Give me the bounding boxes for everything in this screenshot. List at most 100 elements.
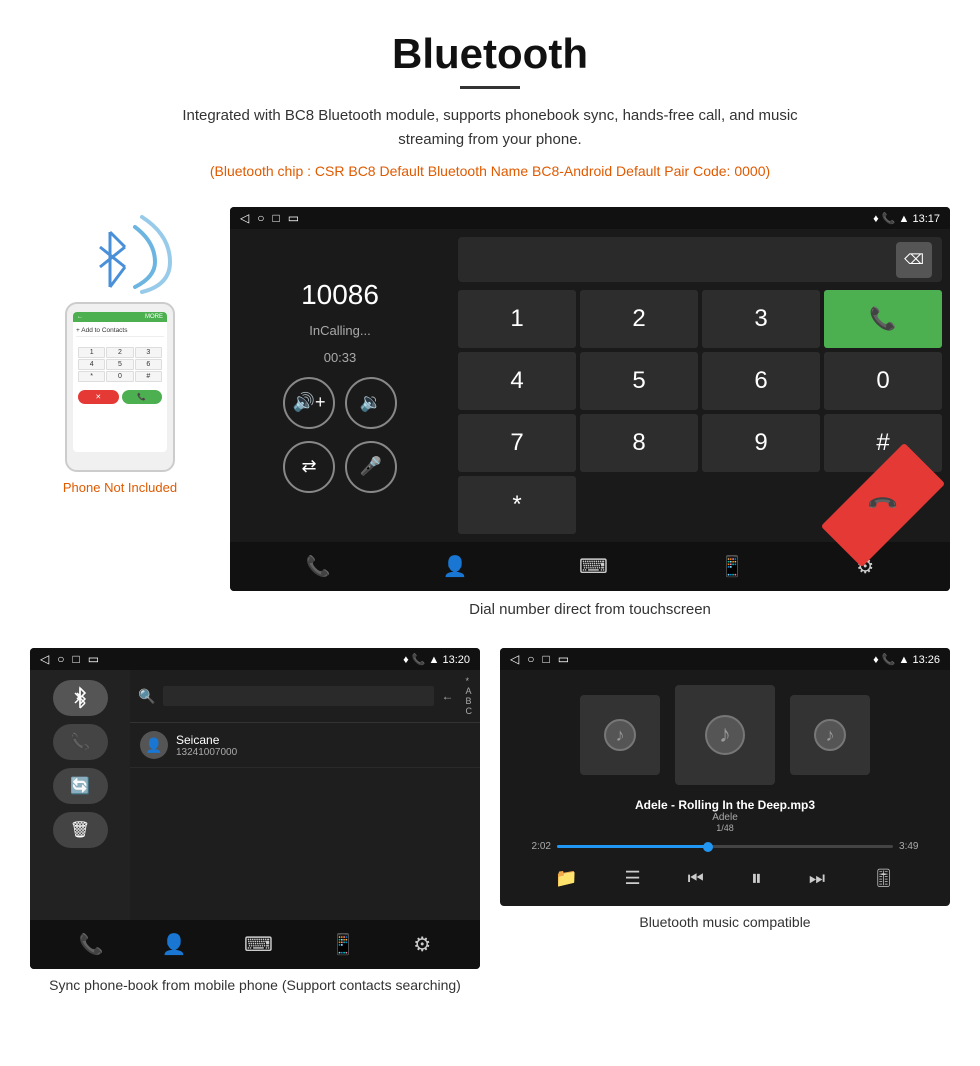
pb-backspace-icon[interactable]: ←	[442, 689, 454, 703]
dialpad-key-3: 3	[135, 347, 162, 358]
dialpad-key-4[interactable]: 4	[458, 352, 576, 410]
call-icon: 📞	[882, 213, 896, 225]
phonebook-list: 🔍 ← *ABC 👤 Seicane 13241007000	[130, 670, 480, 920]
pb-nav-call[interactable]: 📞	[79, 932, 104, 957]
pb-contact-details: Seicane 13241007000	[176, 733, 237, 758]
wifi-icon: ▲	[899, 213, 910, 225]
pb-contact-avatar: 👤	[140, 731, 168, 759]
dialer-navbar: 📞 👤 ⌨ 📱 ⚙	[230, 542, 950, 591]
pb-phone-icon[interactable]: 📞	[53, 724, 108, 760]
pb-nav-settings[interactable]: ⚙	[413, 932, 431, 957]
bluetooth-icon-area	[60, 207, 180, 297]
dialpad-key-9[interactable]: 9	[702, 414, 820, 472]
android-dialer-screen: ◁ ○ □ ▭ ♦ 📞 ▲ 13:17 10086 InCalling...	[230, 207, 950, 591]
music-location-icon: ♦	[873, 654, 879, 666]
music-track-number: 1/48	[635, 823, 815, 833]
music-folder-icon[interactable]: 📁	[555, 868, 577, 889]
page-title: Bluetooth	[20, 30, 960, 78]
pb-search-icon: 🔍	[138, 688, 155, 705]
nav-phone-book-icon[interactable]: 📱	[720, 554, 745, 579]
pb-nav-phonebook[interactable]: 📱	[331, 932, 356, 957]
transfer-icon: ⇄	[301, 456, 316, 477]
dialer-extra-controls: ⇄ 🎤	[283, 441, 397, 493]
pb-sync-icon[interactable]: 🔄	[53, 768, 108, 804]
dialpad-key-1[interactable]: 1	[458, 290, 576, 348]
phone-screen-content: + Add to Contacts 1 2 3 4 5 6 * 0 #	[73, 322, 167, 409]
music-screenshot-wrap: ◁ ○ □ ▭ ♦ 📞 ▲ 13:26 ♪	[500, 648, 950, 1001]
music-play-pause-icon[interactable]: ⏸	[751, 865, 762, 891]
phone-dialpad: 1 2 3 4 5 6 * 0 #	[76, 345, 164, 384]
location-icon: ♦	[873, 213, 879, 225]
dialpad-key-8[interactable]: 8	[580, 414, 698, 472]
volume-up-button[interactable]: 🔊+	[283, 377, 335, 429]
music-statusbar: ◁ ○ □ ▭ ♦ 📞 ▲ 13:26	[500, 648, 950, 670]
dialpad-key-2[interactable]: 2	[580, 290, 698, 348]
music-call-icon: 📞	[882, 654, 896, 666]
music-equalizer-icon[interactable]: 🎚	[872, 868, 895, 889]
home-icon: ○	[257, 211, 264, 225]
music-progress-wrap: 2:02 3:49	[532, 841, 919, 852]
pb-contact-item[interactable]: 👤 Seicane 13241007000	[130, 723, 480, 768]
dialpad-key-7[interactable]: 7	[458, 414, 576, 472]
dialer-volume-controls: 🔊+ 🔉	[283, 377, 397, 429]
album-art-center: ♪	[675, 685, 775, 785]
dialpad-key-star[interactable]: *	[458, 476, 576, 534]
pb-delete-icon[interactable]: 🗑	[53, 812, 108, 848]
dialpad-key-0[interactable]: 0	[824, 352, 942, 410]
dialpad-call-button[interactable]: 📞	[824, 290, 942, 348]
dialpad-key-4: 4	[78, 359, 105, 370]
pb-nav-contacts[interactable]: 👤	[161, 932, 186, 957]
volume-down-icon: 🔉	[360, 392, 382, 413]
music-playlist-icon[interactable]: ☰	[624, 868, 640, 889]
pb-contact-name: Seicane	[176, 733, 237, 747]
dialer-info-panel: 10086 InCalling... 00:33 🔊+ 🔉 ⇄	[230, 229, 450, 542]
music-statusbar-nav: ◁ ○ □ ▭	[510, 652, 569, 666]
music-caption: Bluetooth music compatible	[500, 906, 950, 938]
music-note-right: ♪	[826, 725, 835, 746]
pb-search-bar: 🔍 ← *ABC	[130, 670, 480, 723]
disc-right: ♪	[814, 719, 846, 751]
pb-statusbar-nav: ◁ ○ □ ▭	[40, 652, 99, 666]
volume-down-button[interactable]: 🔉	[345, 377, 397, 429]
music-progress-bar[interactable]	[557, 845, 893, 848]
phonebook-sidebar: 📞 🔄 🗑	[30, 670, 130, 920]
pb-location-icon: ♦	[403, 654, 409, 666]
dialer-statusbar: ◁ ○ □ ▭ ♦ 📞 ▲ 13:17	[230, 207, 950, 229]
dialpad-key-5: 5	[106, 359, 133, 370]
phone-illustration: ←MORE + Add to Contacts 1 2 3 4 5 6 * 0 …	[30, 207, 210, 495]
dialpad-key-5[interactable]: 5	[580, 352, 698, 410]
album-art-left: ♪	[580, 695, 660, 775]
header-note: (Bluetooth chip : CSR BC8 Default Blueto…	[20, 160, 960, 182]
pb-nav-dialpad[interactable]: ⌨	[244, 932, 273, 957]
dialpad-delete-button[interactable]: ⌫	[896, 242, 932, 278]
phonebook-caption: Sync phone-book from mobile phone (Suppo…	[30, 969, 480, 1001]
page-header: Bluetooth Integrated with BC8 Bluetooth …	[0, 0, 980, 192]
microphone-button[interactable]: 🎤	[345, 441, 397, 493]
dialpad-key-6: 6	[135, 359, 162, 370]
music-prev-icon[interactable]: ⏮	[688, 868, 704, 889]
album-art-section: ♪ ♪ ♪	[580, 685, 870, 785]
music-wifi-icon: ▲	[899, 654, 910, 666]
nav-dialpad-icon[interactable]: ⌨	[579, 554, 608, 579]
microphone-icon: 🎤	[360, 456, 382, 477]
pb-recents-nav: □	[72, 652, 79, 666]
notification-icon: ▭	[288, 211, 299, 225]
nav-contacts-icon[interactable]: 👤	[442, 554, 467, 579]
pb-time: 13:20	[442, 654, 470, 666]
phonebook-content: 📞 🔄 🗑 🔍 ← *ABC 👤	[30, 670, 480, 920]
music-note-left: ♪	[616, 725, 625, 746]
dialer-caption: Dial number direct from touchscreen	[230, 591, 950, 628]
dialpad-key-6[interactable]: 6	[702, 352, 820, 410]
music-next-icon[interactable]: ⏭	[809, 868, 825, 889]
phone-screen-top: ←MORE	[73, 312, 167, 322]
time-display: 13:17	[912, 213, 940, 225]
dialpad-key-7: *	[78, 371, 105, 382]
music-player-content: ♪ ♪ ♪	[500, 670, 950, 906]
dialpad-grid: 1 2 3 📞 4 5 6 0 7 8 9 # * 📞	[458, 290, 942, 534]
phone-screen: ←MORE + Add to Contacts 1 2 3 4 5 6 * 0 …	[73, 312, 167, 452]
dialpad-key-3[interactable]: 3	[702, 290, 820, 348]
nav-call-icon[interactable]: 📞	[306, 554, 331, 579]
phonebook-screen: ◁ ○ □ ▭ ♦ 📞 ▲ 13:20	[30, 648, 480, 969]
title-divider	[460, 86, 520, 89]
transfer-button[interactable]: ⇄	[283, 441, 335, 493]
